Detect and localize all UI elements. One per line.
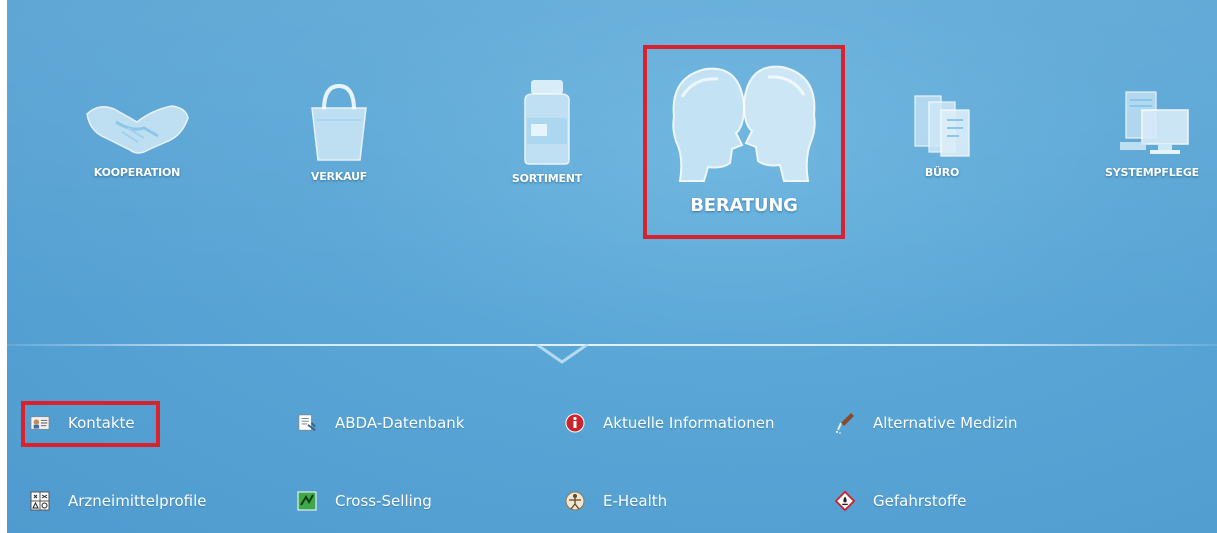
- profile-grid-icon: [30, 491, 50, 511]
- module-label: VERKAUF: [310, 170, 368, 183]
- module-verkauf[interactable]: VERKAUF: [299, 80, 379, 183]
- submenu-label: Arzneimittelprofile: [68, 492, 207, 510]
- module-sortiment[interactable]: SORTIMENT: [507, 78, 587, 185]
- main-panel: KOOPERATION VERKAUF SORTIMENT BERATUNG B…: [7, 0, 1217, 533]
- submenu-label: ABDA-Datenbank: [335, 414, 465, 432]
- pipette-icon: [835, 413, 855, 434]
- submenu-label: Alternative Medizin: [873, 414, 1018, 432]
- submenu-abda-datenbank[interactable]: ABDA-Datenbank: [297, 413, 464, 433]
- selection-highlight: [643, 45, 845, 239]
- module-label: SORTIMENT: [511, 172, 583, 185]
- module-kooperation[interactable]: KOOPERATION: [77, 92, 197, 179]
- module-bar: KOOPERATION VERKAUF SORTIMENT BERATUNG B…: [7, 0, 1217, 330]
- submenu-label: Aktuelle Informationen: [603, 414, 775, 432]
- handshake-icon: [86, 105, 189, 154]
- chevron-down-icon: [535, 344, 589, 364]
- module-systempflege[interactable]: SYSTEMPFLEGE: [1097, 90, 1207, 179]
- divider: [7, 344, 1217, 346]
- submenu-e-health[interactable]: E-Health: [565, 491, 667, 511]
- submenu-gefahrstoffe[interactable]: Gefahrstoffe: [835, 490, 967, 512]
- shopping-bag-icon: [311, 83, 367, 161]
- database-document-icon: [297, 413, 317, 433]
- hazard-diamond-icon: [835, 490, 855, 512]
- module-buero[interactable]: BÜRO: [897, 90, 987, 179]
- computer-icon: [1120, 91, 1189, 154]
- cross-selling-icon: [297, 491, 317, 511]
- submenu-label: Cross-Selling: [335, 492, 432, 510]
- submenu-label: Gefahrstoffe: [873, 492, 967, 510]
- medicine-bottle-icon: [524, 80, 570, 165]
- kontakte-highlight: [21, 401, 160, 447]
- submenu-aktuelle-informationen[interactable]: Aktuelle Informationen: [565, 413, 774, 433]
- module-label: BÜRO: [924, 166, 960, 179]
- submenu-arzneimittelprofile[interactable]: Arzneimittelprofile: [30, 491, 207, 511]
- submenu-alternative-medizin[interactable]: Alternative Medizin: [835, 413, 1018, 434]
- module-label: SYSTEMPFLEGE: [1104, 166, 1200, 179]
- submenu-cross-selling[interactable]: Cross-Selling: [297, 491, 432, 511]
- module-label: KOOPERATION: [93, 166, 181, 179]
- submenu-label: E-Health: [603, 492, 668, 510]
- folders-icon: [914, 95, 970, 157]
- vitruvian-man-icon: [565, 491, 585, 511]
- info-icon: [565, 413, 585, 433]
